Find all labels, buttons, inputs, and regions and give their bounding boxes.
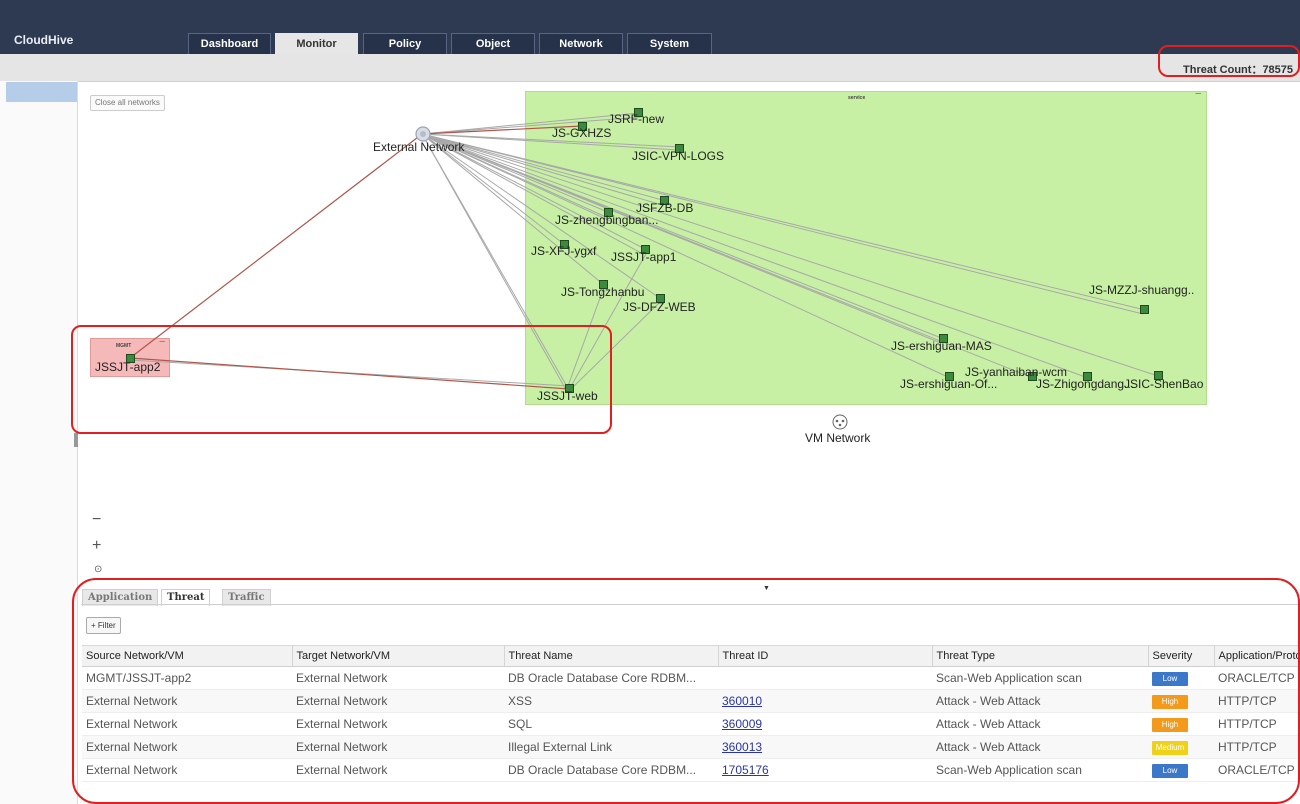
threat-id-cell: 360013	[718, 735, 932, 759]
zoom-in-button[interactable]: +	[92, 538, 101, 554]
threat-type-cell: Attack - Web Attack	[932, 689, 1148, 713]
table-header: Source Network/VM Target Network/VM Thre…	[82, 645, 1300, 667]
app-cell: HTTP/TCP	[1214, 735, 1300, 759]
target-cell: External Network	[292, 735, 504, 759]
threat-id-cell	[718, 666, 932, 690]
vm-node-js-mzzj-shuangg[interactable]	[1140, 305, 1149, 314]
threat-id-link[interactable]: 360009	[722, 717, 762, 731]
vm-label-js-ershiguan-of: JS-ershiguan-Of...	[900, 377, 998, 391]
table-row[interactable]: MGMT/JSSJT-app2 External Network DB Orac…	[82, 666, 1300, 690]
column-header[interactable]: Application/Protocol	[1214, 645, 1300, 667]
severity-cell: High	[1148, 689, 1214, 713]
column-header[interactable]: Threat ID	[718, 645, 933, 667]
panel-resize-handle[interactable]: ▼	[763, 585, 770, 592]
target-cell: External Network	[292, 758, 504, 782]
threat-id-cell: 360010	[718, 689, 932, 713]
vm-label-jsic-shenbao: JSIC-ShenBao	[1124, 377, 1204, 391]
source-cell: MGMT/JSSJT-app2	[82, 666, 292, 690]
threat-name-cell: Illegal External Link	[504, 735, 718, 759]
severity-badge: Medium	[1152, 741, 1188, 755]
target-cell: External Network	[292, 689, 504, 713]
vm-label-jssjt-app2: JSSJT-app2	[95, 360, 161, 374]
vm-label-jssjt-app1: JSSJT-app1	[611, 250, 677, 264]
target-cell: External Network	[292, 666, 504, 690]
vm-label-js-ershiguan-mas: JS-ershiguan-MAS	[891, 339, 992, 353]
table-row[interactable]: External Network External Network XSS 36…	[82, 689, 1300, 713]
threat-type-cell: Scan-Web Application scan	[932, 758, 1148, 782]
severity-cell: Medium	[1148, 735, 1214, 759]
threat-id-link[interactable]: 360013	[722, 740, 762, 754]
threat-name-cell: XSS	[504, 689, 718, 713]
threat-name-cell: DB Oracle Database Core RDBM...	[504, 758, 718, 782]
app-cell: ORACLE/TCP	[1214, 758, 1300, 782]
table-row[interactable]: External Network External Network SQL 36…	[82, 712, 1300, 736]
source-cell: External Network	[82, 735, 292, 759]
app-cell: HTTP/TCP	[1214, 689, 1300, 713]
vm-label-js-dfz-web: JS-DFZ-WEB	[623, 300, 696, 314]
column-header[interactable]: Threat Name	[504, 645, 719, 667]
threat-id-cell: 360009	[718, 712, 932, 736]
threat-name-cell: SQL	[504, 712, 718, 736]
table-row[interactable]: External Network External Network Illega…	[82, 735, 1300, 759]
threat-id-link[interactable]: 1705176	[722, 763, 769, 777]
zoom-out-button[interactable]: −	[92, 512, 101, 528]
vm-label-jssjt-web: JSSJT-web	[537, 389, 598, 403]
threat-id-link[interactable]: 360010	[722, 694, 762, 708]
vm-label-js-zhengbingban: JS-zhengbingban...	[555, 213, 659, 227]
source-cell: External Network	[82, 758, 292, 782]
threat-id-cell: 1705176	[718, 758, 932, 782]
vm-label-js-zhigongdang: JS-Zhigongdang...	[1036, 377, 1135, 391]
threat-table: Source Network/VM Target Network/VM Thre…	[82, 645, 1300, 782]
source-cell: External Network	[82, 689, 292, 713]
severity-cell: High	[1148, 712, 1214, 736]
source-cell: External Network	[82, 712, 292, 736]
severity-cell: Low	[1148, 758, 1214, 782]
vm-label-js-gxhzs: JS-GXHZS	[552, 126, 612, 140]
column-header[interactable]: Target Network/VM	[292, 645, 505, 667]
vm-network-label: VM Network	[805, 431, 871, 445]
severity-cell: Low	[1148, 666, 1214, 690]
severity-badge: High	[1152, 718, 1188, 732]
threat-links	[129, 125, 583, 390]
severity-badge: Low	[1152, 672, 1188, 686]
column-header[interactable]: Threat Type	[932, 645, 1149, 667]
threat-type-cell: Attack - Web Attack	[932, 712, 1148, 736]
column-header[interactable]: Severity	[1148, 645, 1215, 667]
vm-network-icon[interactable]	[831, 414, 849, 430]
target-cell: External Network	[292, 712, 504, 736]
panel-divider	[81, 604, 1300, 605]
external-network-label: External Network	[373, 140, 465, 154]
threat-type-cell: Scan-Web Application scan	[932, 666, 1148, 690]
vm-label-jsic-vpn-logs: JSIC-VPN-LOGS	[632, 149, 725, 163]
table-row[interactable]: External Network External Network DB Ora…	[82, 758, 1300, 782]
fit-view-icon[interactable]: ⊙	[94, 564, 102, 575]
threat-type-cell: Attack - Web Attack	[932, 735, 1148, 759]
column-header[interactable]: Source Network/VM	[82, 645, 293, 667]
vm-label-js-tongzhanbu: JS-Tongzhanbu	[561, 285, 645, 299]
severity-badge: High	[1152, 695, 1188, 709]
app-cell: HTTP/TCP	[1214, 712, 1300, 736]
filter-button[interactable]: + Filter	[86, 617, 121, 634]
threat-name-cell: DB Oracle Database Core RDBM...	[504, 666, 718, 690]
severity-badge: Low	[1152, 764, 1188, 778]
vm-label-jsrf-new: JSRF-new	[608, 112, 665, 126]
app-cell: ORACLE/TCP	[1214, 666, 1300, 690]
vm-label-js-xfj-ygxf: JS-XFJ-ygxf	[531, 244, 597, 258]
vm-label-js-mzzj-shuangg: JS-MZZJ-shuangg..	[1089, 283, 1195, 297]
